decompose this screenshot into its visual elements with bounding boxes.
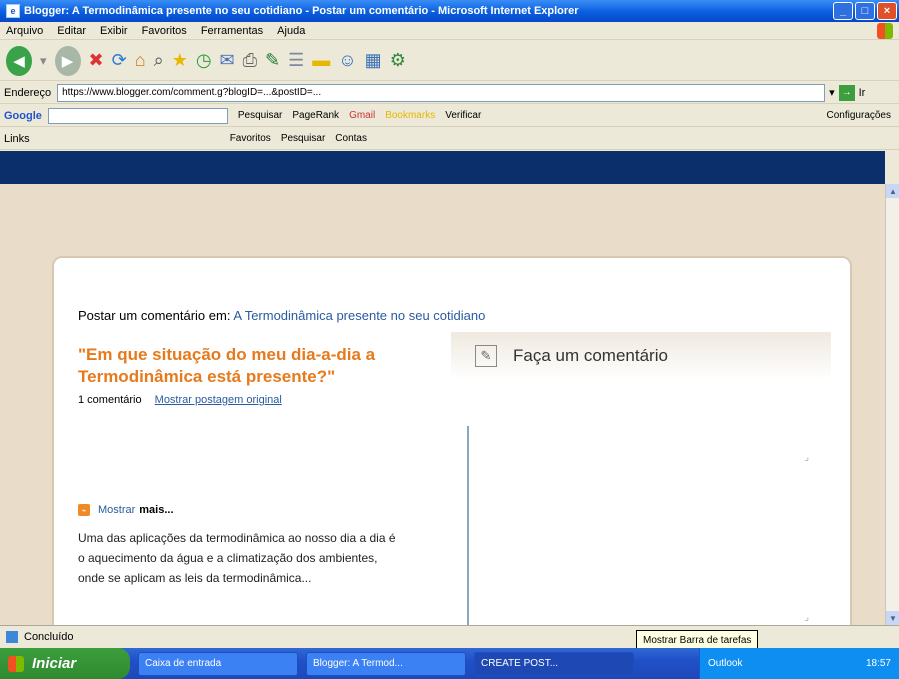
pencil-icon: ✎ <box>475 345 497 367</box>
menu-tools[interactable]: Ferramentas <box>201 25 263 37</box>
pagerank-button[interactable]: PageRank <box>292 110 339 121</box>
address-input[interactable]: https://www.blogger.com/comment.g?blogID… <box>57 83 826 102</box>
system-tray: Outlook 18:57 <box>699 648 899 679</box>
clock: 18:57 <box>865 658 891 669</box>
links-accounts[interactable]: Contas <box>335 133 367 144</box>
edit-icon[interactable]: ✎ <box>265 46 280 76</box>
comment-count: 1 comentário <box>78 394 142 406</box>
page-done-icon <box>6 630 18 643</box>
forward-icon[interactable]: ▶ <box>54 45 81 76</box>
menu-edit[interactable]: Editar <box>57 25 86 37</box>
favorites-icon[interactable]: ★ <box>172 46 188 76</box>
folder-icon[interactable]: ▬ <box>312 46 330 76</box>
start-label: Iniciar <box>32 655 77 672</box>
rss-icon: ⌁ <box>78 504 90 516</box>
comment-card: Postar um comentário em: A Termodinâmica… <box>52 256 852 625</box>
show-original-link[interactable]: Mostrar postagem original <box>155 394 282 406</box>
tray-label[interactable]: Outlook <box>708 658 742 669</box>
menu-file[interactable]: Arquivo <box>6 25 43 37</box>
windows-logo-icon <box>877 23 893 39</box>
post-meta: 1 comentário Mostrar postagem original <box>78 394 282 406</box>
ie-icon: e <box>6 4 20 18</box>
taskbar-item-create-post[interactable]: CREATE POST... <box>474 651 634 676</box>
back-icon[interactable]: ◀ <box>6 45 32 76</box>
comment-panel: ✎ Faça um comentário ⌟ ⌟ <box>451 332 831 625</box>
refresh-icon[interactable]: ⟳ <box>112 46 127 76</box>
rss-row: ⌁ Mostrar mais... <box>78 504 174 516</box>
taskbar-item-blogger[interactable]: Blogger: A Termod... <box>306 651 466 676</box>
settings-button[interactable]: Configurações <box>827 110 891 121</box>
windows-logo-icon <box>8 655 24 672</box>
taskbar-item-inbox[interactable]: Caixa de entrada <box>138 651 298 676</box>
back-dropdown-icon[interactable]: ▾ <box>40 46 47 76</box>
print-icon[interactable]: ⎙ <box>243 46 257 76</box>
address-label: Endereço <box>4 86 52 99</box>
start-button[interactable]: Iniciar <box>0 648 130 679</box>
google-search-button[interactable]: Pesquisar <box>238 110 282 121</box>
google-toolbar: Google Pesquisar PageRank Gmail Bookmark… <box>0 105 899 127</box>
resize-grip-icon: ⌟ <box>804 612 809 623</box>
comment-textarea[interactable] <box>467 426 469 625</box>
vertical-scrollbar[interactable]: ▲ ▼ <box>885 184 899 625</box>
standard-toolbar: ◀ ▾ ▶ ✖ ⟳ ⌂ ⌕ ★ ◷ ✉ ⎙ ✎ ☰ ▬ ☺ ▦ ⚙ <box>0 41 899 81</box>
tooltip: Mostrar Barra de tarefas <box>636 630 759 650</box>
blogger-banner <box>0 151 885 184</box>
discuss-icon[interactable]: ☰ <box>288 46 304 76</box>
post-prefix: Postar um comentário em: <box>78 308 231 323</box>
home-icon[interactable]: ⌂ <box>135 46 146 76</box>
rss-more[interactable]: mais... <box>139 504 173 516</box>
google-search-input[interactable] <box>47 107 228 124</box>
menu-view[interactable]: Exibir <box>100 25 128 37</box>
stop-icon[interactable]: ✖ <box>89 46 104 76</box>
window-title: Blogger: A Termodinâmica presente no seu… <box>24 5 579 17</box>
title-bar: e Blogger: A Termodinâmica presente no s… <box>0 0 899 22</box>
messenger-icon[interactable]: ☺ <box>338 46 356 76</box>
post-title: "Em que situação do meu dia-a-dia a Term… <box>78 345 376 386</box>
status-text: Concluído <box>24 630 74 643</box>
links-label: Links <box>4 132 30 145</box>
address-dropdown-icon[interactable]: ▾ <box>829 86 835 99</box>
menu-bar: Arquivo Editar Exibir Favoritos Ferramen… <box>0 22 899 40</box>
address-bar: Endereço https://www.blogger.com/comment… <box>0 82 899 104</box>
ie-window: e Blogger: A Termodinâmica presente no s… <box>0 0 899 679</box>
maximize-button[interactable]: □ <box>855 2 875 20</box>
gmail-button[interactable]: Gmail <box>349 110 375 121</box>
comment-heading: Faça um comentário <box>513 346 668 365</box>
check-button[interactable]: Verificar <box>445 110 481 121</box>
post-line: Postar um comentário em: A Termodinâmica… <box>78 308 485 323</box>
address-value: https://www.blogger.com/comment.g?blogID… <box>62 87 322 98</box>
scroll-up-icon[interactable]: ▲ <box>886 184 899 198</box>
minimize-button[interactable]: _ <box>833 2 853 20</box>
comment-panel-header: ✎ Faça um comentário <box>451 332 831 380</box>
go-arrow-icon[interactable]: → <box>838 84 855 101</box>
go-label[interactable]: Ir <box>859 87 866 99</box>
close-button[interactable]: × <box>877 2 897 20</box>
taskbar: Iniciar Caixa de entrada Blogger: A Term… <box>0 648 899 679</box>
page-content: Postar um comentário em: A Termodinâmica… <box>0 184 885 625</box>
tools-icon[interactable]: ⚙ <box>390 46 406 76</box>
rss-link[interactable]: Mostrar <box>98 504 135 516</box>
status-bar: Concluído <box>0 625 899 647</box>
post-link[interactable]: A Termodinâmica presente no seu cotidian… <box>233 308 485 323</box>
links-favorites[interactable]: Favoritos <box>230 133 271 144</box>
history-icon[interactable]: ◷ <box>196 46 212 76</box>
resize-grip-icon: ⌟ <box>804 452 809 463</box>
menu-favorites[interactable]: Favoritos <box>142 25 187 37</box>
google-label: Google <box>4 109 42 122</box>
scroll-down-icon[interactable]: ▼ <box>886 611 899 625</box>
links-search[interactable]: Pesquisar <box>281 133 325 144</box>
links-toolbar: Links Favoritos Pesquisar Contas <box>0 128 899 150</box>
research-icon[interactable]: ▦ <box>365 46 382 76</box>
post-excerpt: Uma das aplicações da termodinâmica ao n… <box>78 531 396 585</box>
bookmarks-button[interactable]: Bookmarks <box>385 110 435 121</box>
mail-icon[interactable]: ✉ <box>220 46 235 76</box>
search-icon[interactable]: ⌕ <box>154 46 164 76</box>
menu-help[interactable]: Ajuda <box>277 25 305 37</box>
